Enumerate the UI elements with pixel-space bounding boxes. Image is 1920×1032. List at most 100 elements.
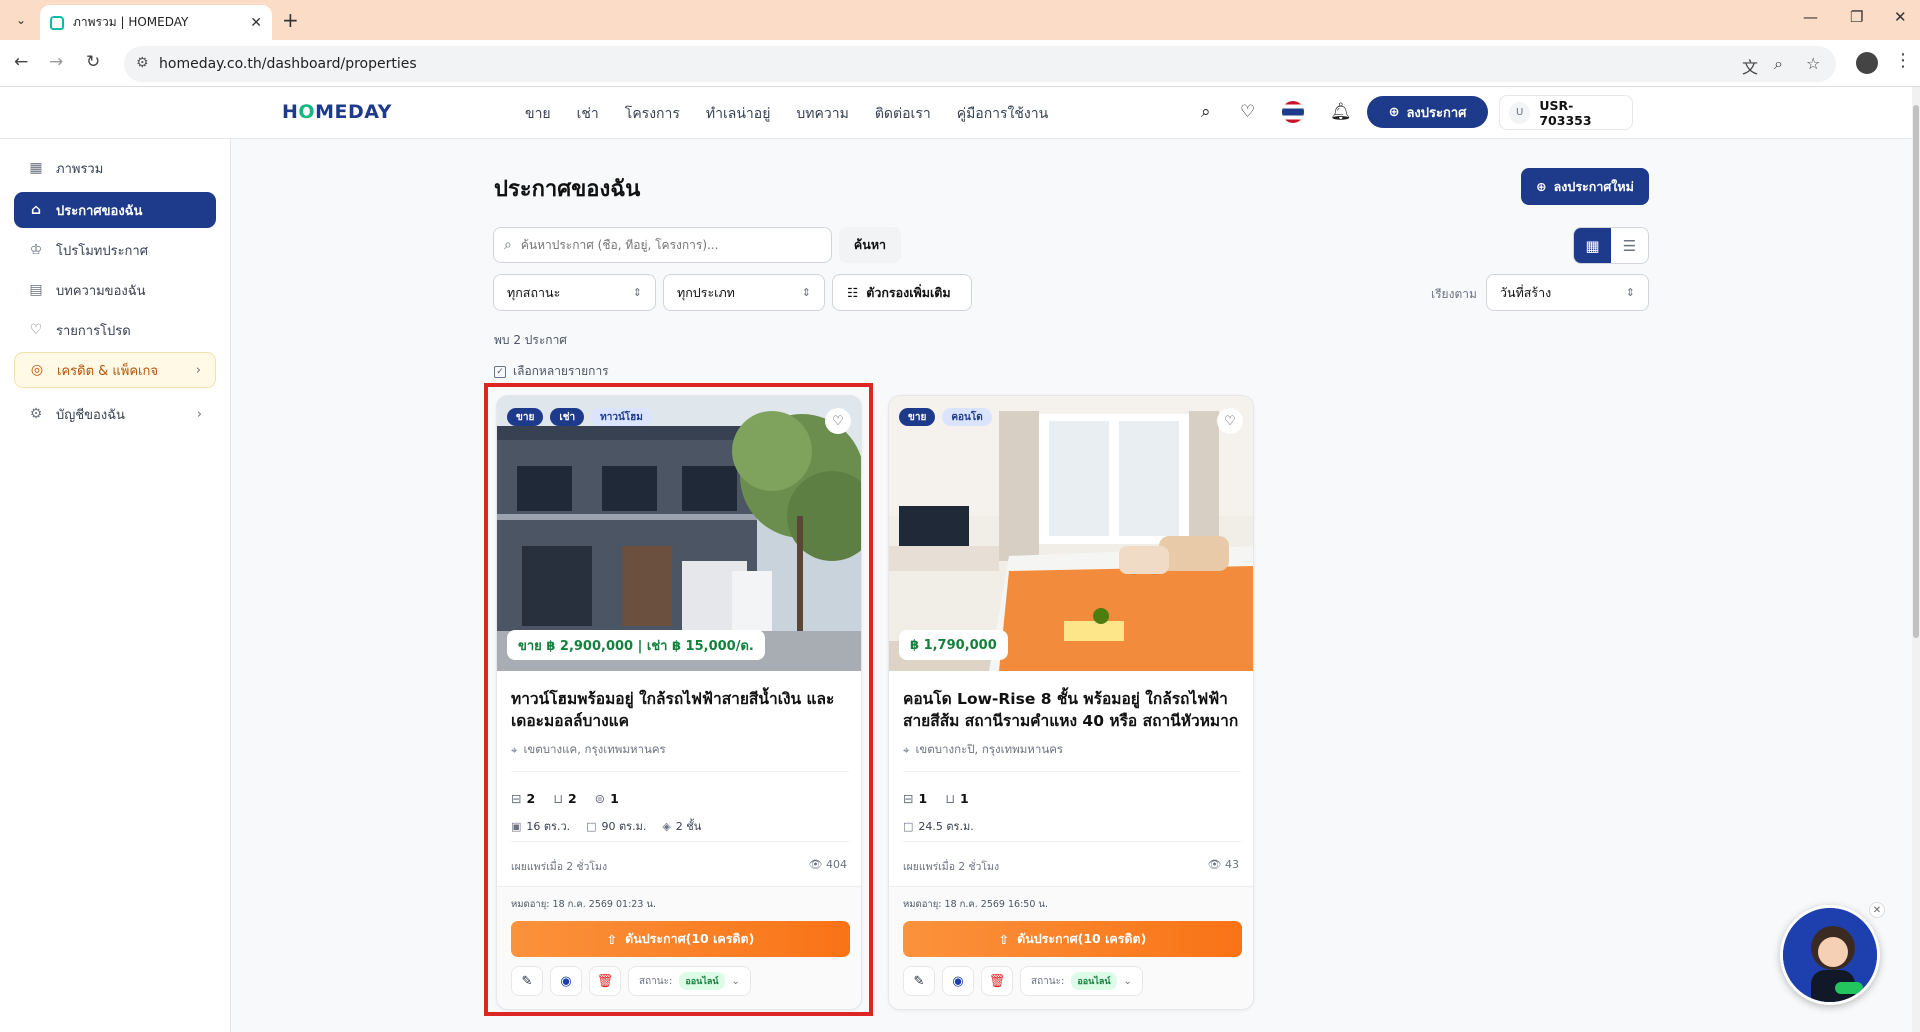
multi-select-toggle[interactable]: ✓ เลือกหลายรายการ xyxy=(494,362,609,381)
edit-pencil-icon[interactable]: ✎ xyxy=(511,966,543,996)
listing-sizes: □ 24.5 ตร.ม. xyxy=(903,817,974,835)
sidebar-item-my-articles[interactable]: ▤ บทความของฉัน xyxy=(14,272,216,308)
type-filter-select[interactable]: ทุกประเภท ⇕ xyxy=(663,274,825,311)
results-count: พบ 2 ประกาศ xyxy=(494,333,567,347)
chevron-right-icon: › xyxy=(195,362,201,378)
sidebar-item-my-listings[interactable]: ⌂ ประกาศของฉัน xyxy=(14,192,216,228)
sidebar-item-overview[interactable]: ▦ ภาพรวม xyxy=(14,150,216,186)
notification-bell-icon[interactable]: 🔔︎ xyxy=(1330,102,1352,122)
status-select[interactable]: สถานะ: ออนไลน์ ⌄ xyxy=(1020,966,1143,996)
favorites-heart-icon[interactable]: ♡ xyxy=(1240,102,1255,122)
edit-pencil-icon[interactable]: ✎ xyxy=(903,966,935,996)
eye-icon: 👁︎ xyxy=(1207,858,1225,871)
list-view-icon[interactable]: ☰ xyxy=(1611,228,1648,263)
forward-arrow-icon[interactable]: → xyxy=(49,52,63,72)
listing-specs: ⊟ 1 ⊔ 1 xyxy=(903,791,969,806)
back-arrow-icon[interactable]: ← xyxy=(14,52,28,72)
homeday-logo[interactable]: HOMEDAY xyxy=(282,101,392,123)
new-tab-icon[interactable]: + xyxy=(282,8,299,32)
sidebar-item-account[interactable]: ⚙ บัญชีของฉัน › xyxy=(14,396,216,432)
car-icon: ⊜ xyxy=(594,791,606,806)
nav-locations[interactable]: ทำเลน่าอยู่ xyxy=(706,103,771,125)
nav-guide[interactable]: คู่มือการใช้งาน xyxy=(957,103,1048,125)
listing-title[interactable]: ทาวน์โฮมพร้อมอยู่ ใกล้รถไฟฟ้าสายสีน้ำเงิ… xyxy=(511,688,849,732)
card-actions: ✎ ◉ 🗑︎ สถานะ: ออนไลน์ ⌄ xyxy=(511,966,751,996)
gear-icon: ⚙ xyxy=(29,406,43,422)
url-text[interactable]: homeday.co.th/dashboard/properties xyxy=(159,56,417,72)
user-menu[interactable]: U USR-703353 xyxy=(1499,95,1633,130)
tab-search-chevron-icon[interactable]: ⌄ xyxy=(10,9,32,31)
reload-icon[interactable]: ↻ xyxy=(86,52,100,72)
bath-icon: ⊔ xyxy=(945,791,955,806)
status-filter-select[interactable]: ทุกสถานะ ⇕ xyxy=(493,274,656,311)
listing-card[interactable]: ขาย คอนโด ♡ ฿ 1,790,000 คอนโด Low-Rise 8… xyxy=(888,395,1254,1010)
sort-select[interactable]: วันที่สร้าง ⇕ xyxy=(1486,274,1649,311)
listing-specs: ⊟ 2 ⊔ 2 ⊜ 1 xyxy=(511,791,619,806)
listing-location: ⌖ เขตบางกะปิ, กรุงเทพมหานคร xyxy=(903,742,1064,757)
document-icon: ▤ xyxy=(29,282,43,298)
tab-close-icon[interactable]: ✕ xyxy=(250,15,262,31)
nav-articles[interactable]: บทความ xyxy=(796,103,848,125)
search-field[interactable]: ⌕ xyxy=(493,227,832,263)
view-toggle: ▦ ☰ xyxy=(1573,227,1649,264)
nav-sale[interactable]: ขาย xyxy=(525,103,551,125)
user-avatar: U xyxy=(1509,101,1531,124)
favorite-heart-icon[interactable]: ♡ xyxy=(1217,408,1243,434)
bookmark-star-icon[interactable]: ☆ xyxy=(1806,54,1820,73)
boost-listing-button[interactable]: ⇧ ดันประกาศ(10 เครดิต) xyxy=(903,921,1242,957)
search-button[interactable]: ค้นหา xyxy=(839,227,901,263)
translate-icon[interactable]: 文 xyxy=(1742,54,1758,78)
search-input[interactable] xyxy=(520,238,811,252)
favorite-heart-icon[interactable]: ♡ xyxy=(825,408,851,434)
delete-trash-icon[interactable]: 🗑︎ xyxy=(589,966,621,996)
nav-rent[interactable]: เช่า xyxy=(577,103,599,125)
listing-title[interactable]: คอนโด Low-Rise 8 ชั้น พร้อมอยู่ ใกล้รถไฟ… xyxy=(903,688,1241,732)
parking: ⊜ 1 xyxy=(594,791,619,806)
zoom-icon[interactable]: ⌕ xyxy=(1774,54,1783,74)
homeday-favicon-icon xyxy=(50,15,64,30)
browser-toolbar: ← → ↻ ⚙ homeday.co.th/dashboard/properti… xyxy=(0,40,1920,87)
nav-projects[interactable]: โครงการ xyxy=(625,103,680,125)
thai-flag-icon[interactable] xyxy=(1282,101,1304,123)
browser-menu-icon[interactable]: ⋮ xyxy=(1894,50,1912,71)
map-pin-icon: ⌖ xyxy=(903,742,910,757)
search-icon[interactable]: ⌕ xyxy=(1201,102,1211,122)
minimize-icon[interactable]: — xyxy=(1803,8,1818,26)
chat-mascot-widget[interactable] xyxy=(1780,905,1880,1005)
view-eye-icon[interactable]: ◉ xyxy=(942,966,974,996)
scrollbar-thumb[interactable] xyxy=(1913,105,1919,638)
sidebar-item-favorites[interactable]: ♡ รายการโปรด xyxy=(14,312,216,348)
more-filters-button[interactable]: ☷ ตัวกรองเพิ่มเติม xyxy=(832,274,972,311)
chevron-down-icon: ⌄ xyxy=(731,975,740,987)
listing-tags: ขาย เช่า ทาวน์โฮม xyxy=(507,408,652,426)
restore-icon[interactable]: ❐ xyxy=(1850,8,1863,26)
new-listing-button[interactable]: ⊕ ลงประกาศใหม่ xyxy=(1521,168,1649,205)
post-listing-button[interactable]: ⊕ ลงประกาศ xyxy=(1367,96,1488,128)
bedrooms: ⊟ 2 xyxy=(511,791,536,806)
status-select[interactable]: สถานะ: ออนไลน์ ⌄ xyxy=(628,966,751,996)
status-badge: ออนไลน์ xyxy=(1071,972,1117,990)
card-actions: ✎ ◉ 🗑︎ สถานะ: ออนไลน์ ⌄ xyxy=(903,966,1143,996)
divider xyxy=(511,771,849,772)
nav-contact[interactable]: ติดต่อเรา xyxy=(875,103,931,125)
sidebar-item-promote[interactable]: ♔ โปรโมทประกาศ xyxy=(14,232,216,268)
view-eye-icon[interactable]: ◉ xyxy=(550,966,582,996)
listing-tags: ขาย คอนโด xyxy=(899,408,992,426)
browser-tab[interactable]: ภาพรวม | HOMEDAY ✕ xyxy=(40,5,272,40)
arrow-up-circle-icon: ⇧ xyxy=(606,931,618,947)
boost-listing-button[interactable]: ⇧ ดันประกาศ(10 เครดิต) xyxy=(511,921,850,957)
profile-avatar-icon[interactable] xyxy=(1856,52,1878,74)
view-count: 👁︎ 404 xyxy=(808,858,847,871)
address-bar[interactable]: ⚙ homeday.co.th/dashboard/properties 文 ⌕… xyxy=(124,46,1836,82)
listing-card[interactable]: ขาย เช่า ทาวน์โฮม ♡ ขาย ฿ 2,900,000 | เช… xyxy=(496,395,862,1010)
delete-trash-icon[interactable]: 🗑︎ xyxy=(981,966,1013,996)
sidebar-item-credits[interactable]: ◎ เครดิต & แพ็คเกจ › xyxy=(14,352,216,388)
close-widget-icon[interactable]: ✕ xyxy=(1869,902,1885,918)
plus-circle-icon: ⊕ xyxy=(1388,104,1400,120)
site-info-icon[interactable]: ⚙ xyxy=(136,55,149,71)
tag-sale: ขาย xyxy=(899,408,936,426)
chevron-right-icon: › xyxy=(196,406,202,422)
window-close-icon[interactable]: ✕ xyxy=(1894,8,1907,26)
user-id: USR-703353 xyxy=(1539,97,1592,128)
grid-view-icon[interactable]: ▦ xyxy=(1574,228,1611,263)
